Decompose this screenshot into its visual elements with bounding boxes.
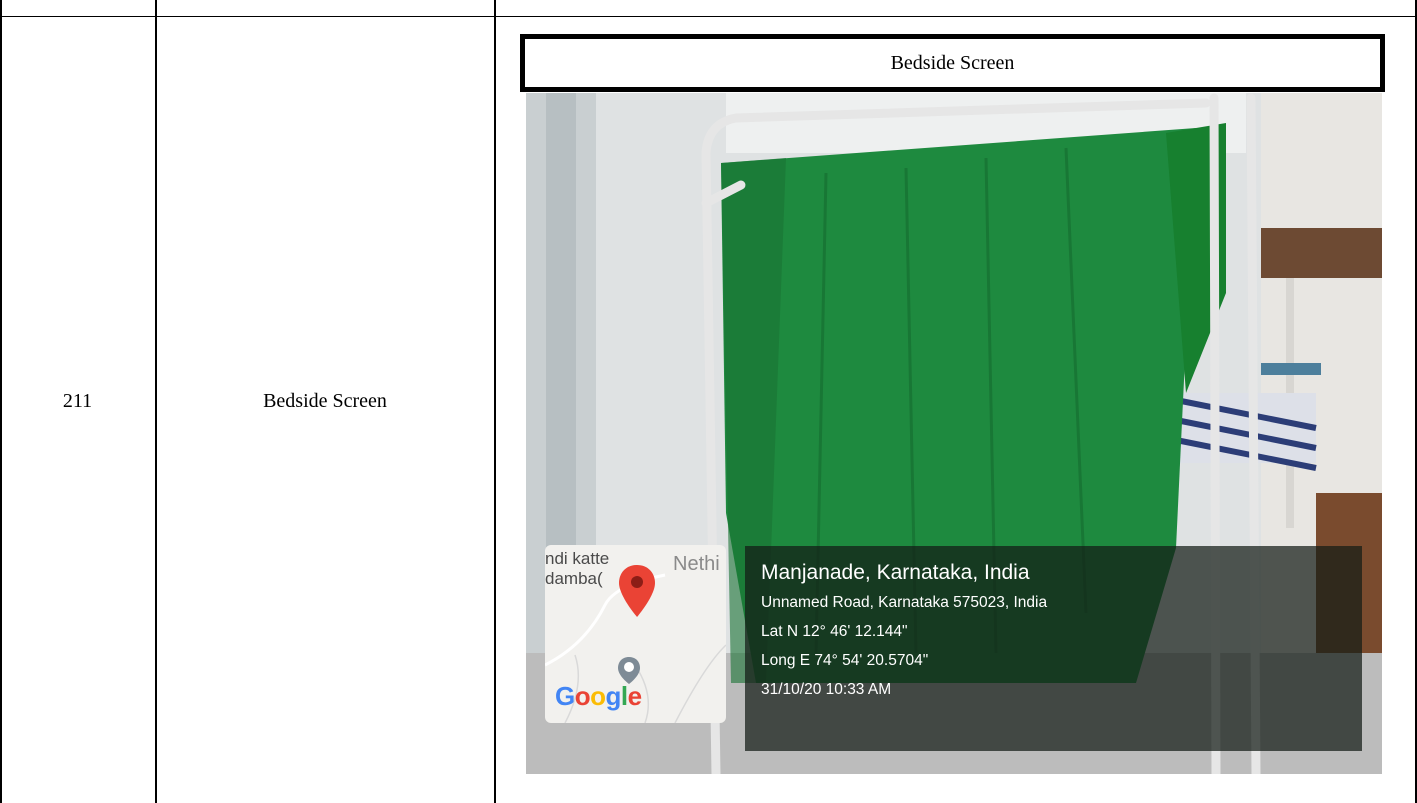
geotag-text-block: Manjanade, Karnataka, India Unnamed Road… [761,558,1047,704]
geotag-longitude: Long E 74° 54' 20.5704" [761,652,929,669]
geotag-latitude: Lat N 12° 46' 12.144" [761,623,908,640]
google-logo: Google [555,681,642,711]
location-pin-icon [619,565,655,617]
serial-number-cell: 211 [0,0,155,803]
geotag-address: Unnamed Road, Karnataka 575023, India [761,594,1048,611]
map-label-2: damba( [545,569,603,588]
table-right-border [1415,0,1417,803]
map-thumbnail: ndi katte damba( Nethi Google [545,545,726,723]
photo-caption-box: Bedside Screen [520,34,1385,92]
column-divider-2 [494,0,496,803]
photo-bedside-screen: Manjanade, Karnataka, India Unnamed Road… [526,93,1382,774]
photo-caption: Bedside Screen [890,51,1015,74]
item-name: Bedside Screen [263,390,387,412]
geotag-timestamp: 31/10/20 10:33 AM [761,681,892,698]
item-name-cell: Bedside Screen [156,0,494,803]
map-label-3: Nethi [673,553,720,575]
serial-number: 211 [62,390,93,412]
geotag-place: Manjanade, Karnataka, India [761,561,1030,584]
map-label-1: ndi katte [545,549,610,568]
